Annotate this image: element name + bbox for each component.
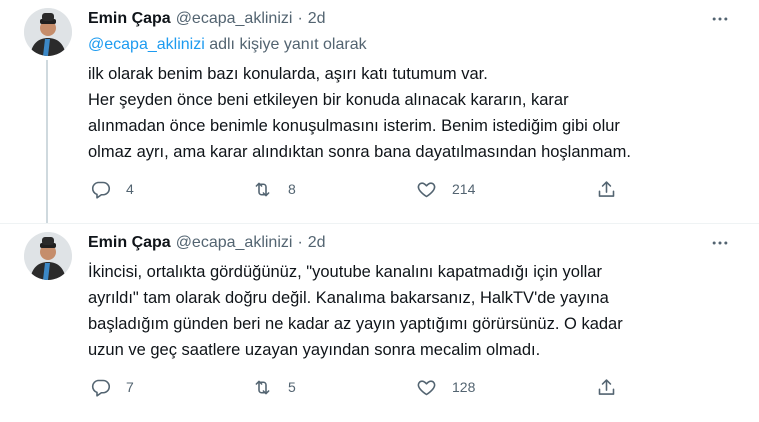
tweet-line: İkincisi, ortalıkta gördüğünüz, "youtube… bbox=[88, 263, 602, 281]
reply-to-link[interactable]: @ecapa_aklinizi bbox=[88, 36, 205, 53]
author-name[interactable]: Emin Çapa bbox=[88, 234, 171, 252]
reply-icon bbox=[91, 181, 111, 199]
tweet-header: Emin Çapa @ecapa_aklinizi · 2d bbox=[88, 232, 326, 254]
more-icon bbox=[712, 17, 728, 21]
tweet-line: ayrıldı" tam olarak doğru değil. Kanalım… bbox=[88, 289, 609, 307]
reply-count: 4 bbox=[126, 181, 134, 197]
reply-to-suffix: adlı kişiye yanıt olarak bbox=[204, 36, 367, 53]
author-handle[interactable]: @ecapa_aklinizi bbox=[176, 10, 293, 28]
like-button[interactable]: 128 bbox=[416, 372, 475, 402]
tweet-actions: 4 8 214 bbox=[84, 174, 644, 204]
reply-button[interactable]: 4 bbox=[90, 174, 134, 204]
more-options-button[interactable] bbox=[703, 8, 737, 30]
tweet-actions: 7 5 128 bbox=[84, 372, 644, 402]
tweet-text: İkincisi, ortalıkta gördüğünüz, "youtube… bbox=[88, 259, 728, 363]
retweet-button[interactable]: 8 bbox=[252, 174, 296, 204]
retweet-icon bbox=[255, 380, 270, 394]
like-button[interactable]: 214 bbox=[416, 174, 475, 204]
thread-line bbox=[46, 60, 48, 224]
like-icon bbox=[417, 379, 436, 395]
more-icon bbox=[712, 241, 728, 245]
tweet[interactable]: Emin Çapa @ecapa_aklinizi · 2d İkincisi,… bbox=[0, 224, 759, 422]
separator-dot: · bbox=[297, 234, 303, 251]
more-options-button[interactable] bbox=[703, 232, 737, 254]
tweet-line: uzun ve geç saatlere uzayan yayından son… bbox=[88, 341, 541, 359]
retweet-icon bbox=[255, 182, 270, 196]
reply-button[interactable]: 7 bbox=[90, 372, 134, 402]
reply-icon bbox=[91, 379, 111, 397]
timestamp[interactable]: 2d bbox=[308, 10, 326, 28]
timestamp[interactable]: 2d bbox=[308, 234, 326, 252]
tweet-line: Her şeyden önce beni etkileyen bir konud… bbox=[88, 91, 569, 109]
avatar[interactable] bbox=[24, 232, 72, 280]
tweet-line: başladığım günden beri ne kadar az yayın… bbox=[88, 315, 623, 333]
tweet-text: ilk olarak benim bazı konularda, aşırı k… bbox=[88, 61, 728, 165]
tweet-line: ilk olarak benim bazı konularda, aşırı k… bbox=[88, 65, 488, 83]
share-icon bbox=[598, 378, 615, 395]
avatar[interactable] bbox=[24, 8, 72, 56]
author-name[interactable]: Emin Çapa bbox=[88, 10, 171, 28]
tweet-header: Emin Çapa @ecapa_aklinizi · 2d bbox=[88, 8, 326, 30]
tweet-line: olmaz ayrı, ama karar alındıktan sonra b… bbox=[88, 143, 631, 161]
like-count: 214 bbox=[452, 181, 476, 197]
replying-to: @ecapa_aklinizi adlı kişiye yanıt olarak bbox=[88, 36, 367, 54]
share-button[interactable] bbox=[596, 372, 617, 402]
retweet-count: 5 bbox=[288, 379, 296, 395]
share-button[interactable] bbox=[596, 174, 617, 204]
author-handle[interactable]: @ecapa_aklinizi bbox=[176, 234, 293, 252]
like-icon bbox=[417, 181, 436, 197]
like-count: 128 bbox=[452, 379, 476, 395]
retweet-count: 8 bbox=[288, 181, 296, 197]
tweet-line: alınmadan önce benimle konuşulmasını ist… bbox=[88, 117, 620, 135]
share-icon bbox=[598, 180, 615, 197]
reply-count: 7 bbox=[126, 379, 134, 395]
tweet[interactable]: Emin Çapa @ecapa_aklinizi · 2d @ecapa_ak… bbox=[0, 0, 759, 224]
separator-dot: · bbox=[297, 10, 303, 27]
retweet-button[interactable]: 5 bbox=[252, 372, 296, 402]
